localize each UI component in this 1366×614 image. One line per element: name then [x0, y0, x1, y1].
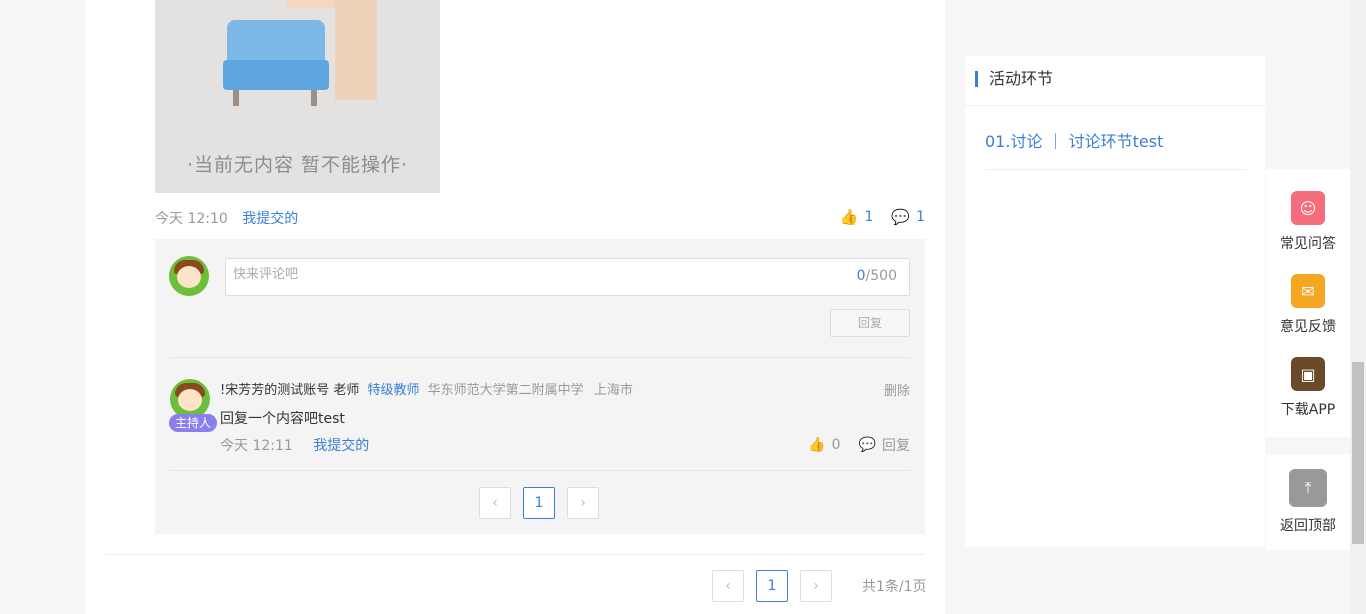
- post-like-count: 1: [864, 209, 874, 225]
- thumbs-up-outline-icon: 👍: [808, 437, 826, 453]
- divider: [985, 169, 1247, 170]
- pagination-total: 共1条/1页: [862, 579, 927, 595]
- faq-button[interactable]: ☺ 常见问答: [1266, 191, 1350, 253]
- activity-sidebar: 活动环节 01.讨论 ｜ 讨论环节test: [965, 56, 1265, 546]
- post-tag: 我提交的: [242, 211, 299, 227]
- faq-label: 常见问答: [1280, 236, 1336, 252]
- comment-meta: 今天 12:11 我提交的: [220, 435, 369, 455]
- image-caption: ·当前无内容 暂不能操作·: [186, 154, 409, 176]
- download-app-button[interactable]: ▣ 下载APP: [1266, 357, 1350, 419]
- faq-icon: ☺: [1291, 191, 1325, 225]
- app-icon: ▣: [1291, 357, 1325, 391]
- comment-actions: 👍 0 💬 回复: [790, 435, 910, 455]
- feedback-button[interactable]: ✉ 意见反馈: [1266, 274, 1350, 336]
- comment-time: 今天 12:11: [220, 438, 293, 454]
- shelf-decor: [287, 0, 335, 8]
- feedback-label: 意见反馈: [1280, 319, 1336, 335]
- comment-like-button[interactable]: 👍 0: [808, 435, 840, 455]
- sofa-decor: [311, 90, 317, 106]
- comment-input-box: 0/500: [225, 258, 910, 296]
- divider: [169, 470, 910, 471]
- commenter-avatar: [170, 379, 210, 419]
- comment-tag: 我提交的: [313, 438, 370, 454]
- avatar: [169, 256, 209, 296]
- next-page-button[interactable]: ›: [800, 570, 832, 602]
- comment-user-info: !宋芳芳的测试账号 老师 特级教师 华东师范大学第二附属中学 上海市: [220, 379, 633, 398]
- comment-input[interactable]: [233, 267, 793, 282]
- page-1-button[interactable]: 1: [756, 570, 788, 602]
- prev-page-button[interactable]: ‹: [712, 570, 744, 602]
- divider: [169, 357, 910, 358]
- back-to-top-button[interactable]: ⤒ 返回顶部: [1266, 469, 1350, 535]
- delete-button[interactable]: 删除: [884, 380, 910, 399]
- commenter-city: 上海市: [593, 383, 633, 398]
- thumbs-up-icon: 👍: [839, 208, 859, 226]
- page-1-button[interactable]: 1: [523, 487, 555, 519]
- feedback-icon: ✉: [1291, 274, 1325, 308]
- download-app-label: 下载APP: [1280, 402, 1336, 418]
- comment-icon: 💬: [891, 208, 911, 226]
- commenter-name: !宋芳芳的测试账号 老师: [220, 383, 360, 398]
- prev-page-button[interactable]: ‹: [479, 487, 511, 519]
- activity-link[interactable]: 01.讨论 ｜ 讨论环节test: [985, 128, 1163, 152]
- arrow-up-icon: ⤒: [1289, 469, 1327, 507]
- post-like-button[interactable]: 👍 1: [840, 208, 874, 226]
- post-comment-button[interactable]: 💬 1: [891, 208, 925, 226]
- comment-reply-button[interactable]: 💬 回复: [859, 435, 910, 455]
- scrollbar-thumb[interactable]: [1352, 362, 1364, 544]
- post-image[interactable]: ·当前无内容 暂不能操作·: [155, 0, 440, 193]
- back-to-top-label: 返回顶部: [1280, 518, 1336, 534]
- post-pagination: ‹ 1 ›: [712, 570, 844, 602]
- submit-reply-button[interactable]: 回复: [830, 309, 910, 337]
- post-time: 今天 12:10: [155, 211, 228, 227]
- comment-panel: 0/500 回复 主持人 !宋芳芳的测试账号 老师 特级教师 华东师范大学第二附…: [155, 239, 925, 534]
- next-page-button[interactable]: ›: [567, 487, 599, 519]
- host-badge: 主持人: [169, 414, 217, 432]
- commenter-level: 特级教师: [367, 383, 420, 398]
- divider: [105, 554, 925, 555]
- sidebar-title: 活动环节: [975, 71, 1053, 87]
- floating-menu: ☺ 常见问答 ✉ 意见反馈 ▣ 下载APP: [1266, 169, 1350, 437]
- divider: [965, 105, 1265, 106]
- comment-like-count: 0: [831, 437, 841, 453]
- post-comment-count: 1: [916, 209, 925, 225]
- comment-pagination: ‹ 1 ›: [479, 487, 611, 519]
- sofa-decor: [223, 60, 329, 90]
- commenter-school: 华东师范大学第二附属中学: [427, 383, 584, 398]
- post-meta: 今天 12:10 我提交的 👍 1 💬 1: [155, 208, 925, 228]
- char-counter: 0/500: [856, 268, 897, 284]
- comment-outline-icon: 💬: [858, 437, 876, 453]
- sofa-decor: [233, 90, 239, 106]
- comment-content: 回复一个内容吧test: [220, 411, 345, 427]
- shelf-decor: [335, 0, 377, 100]
- back-to-top-panel: ⤒ 返回顶部: [1266, 455, 1350, 550]
- comment-reply-label: 回复: [882, 438, 910, 454]
